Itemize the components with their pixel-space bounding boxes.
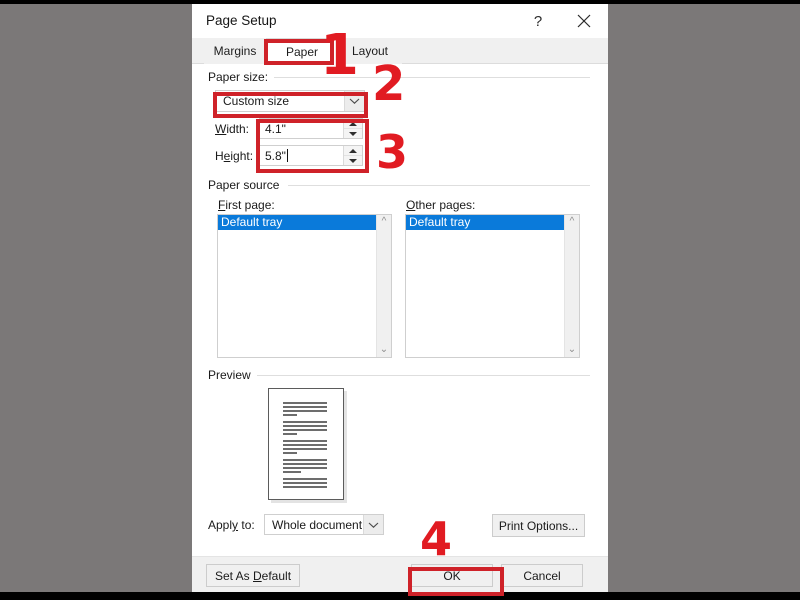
other-pages-label-rest: ther pages: xyxy=(415,198,476,212)
chevron-up-icon[interactable]: ^ xyxy=(570,217,575,227)
preview-line xyxy=(283,444,327,446)
ok-label: OK xyxy=(443,568,461,583)
preview-group-text: Preview xyxy=(208,368,251,382)
tab-margins-label: Margins xyxy=(213,44,257,58)
ok-button[interactable]: OK xyxy=(411,564,493,587)
preview-line xyxy=(283,440,327,442)
preview-line xyxy=(283,425,327,427)
preview-line xyxy=(283,429,327,431)
help-icon[interactable]: ? xyxy=(518,4,558,38)
paper-size-value: Custom size xyxy=(223,94,290,108)
preview-line xyxy=(283,402,327,404)
paper-size-group-text: Paper size: xyxy=(208,70,269,84)
print-options-button[interactable]: Print Options... xyxy=(492,514,585,537)
paper-source-group-text: Paper source xyxy=(208,178,280,192)
page-setup-dialog: Page Setup ? Margins Paper Layout Paper … xyxy=(192,4,608,592)
paper-source-group-label: Paper source xyxy=(208,178,286,192)
first-page-label: First page: xyxy=(218,198,275,212)
preview-line-short xyxy=(283,414,297,416)
tab-margins[interactable]: Margins xyxy=(204,38,266,64)
close-icon[interactable] xyxy=(564,4,604,38)
height-stepper[interactable] xyxy=(343,146,362,165)
chevron-down-glyph xyxy=(349,98,360,104)
other-pages-scrollbar[interactable]: ^ ⌄ xyxy=(564,215,579,357)
apply-to-combo[interactable]: Whole document xyxy=(264,514,384,535)
preview-line xyxy=(283,421,327,423)
apply-to-label: Apply to: xyxy=(208,518,255,532)
dialog-titlebar: Page Setup ? xyxy=(192,4,608,38)
chevron-down-icon[interactable] xyxy=(363,515,383,534)
tab-paper-label: Paper xyxy=(285,45,319,59)
chevron-down-glyph xyxy=(368,522,379,528)
tab-layout[interactable]: Layout xyxy=(338,38,402,64)
preview-line-short xyxy=(283,433,297,435)
width-label-rest: idth: xyxy=(226,122,250,136)
height-stepper-down[interactable] xyxy=(344,156,362,165)
height-stepper-up[interactable] xyxy=(344,146,362,156)
apply-to-label-rest: to: xyxy=(238,518,255,532)
chevron-down-icon[interactable] xyxy=(344,91,364,111)
triangle-up-icon xyxy=(349,148,357,153)
set-as-default-label: Set As Default xyxy=(214,568,292,583)
height-input[interactable]: 5.8" xyxy=(260,146,343,165)
dialog-title: Page Setup xyxy=(206,13,277,28)
triangle-up-icon xyxy=(349,121,357,126)
triangle-down-icon xyxy=(349,131,357,136)
preview-line xyxy=(283,467,327,469)
preview-line xyxy=(283,459,327,461)
first-page-label-rest: irst page: xyxy=(225,198,275,212)
dialog-body: Paper size: Custom size Width: 4.1" Heig… xyxy=(192,64,608,556)
width-label: Width: xyxy=(215,122,250,136)
width-spinbox[interactable]: 4.1" xyxy=(259,118,363,139)
width-stepper-up[interactable] xyxy=(344,119,362,129)
paper-size-group-rule xyxy=(270,77,590,78)
height-label-rest: ight: xyxy=(230,149,254,163)
other-pages-label: Other pages: xyxy=(406,198,476,212)
triangle-down-icon xyxy=(349,158,357,163)
paper-size-combo[interactable]: Custom size xyxy=(215,90,365,112)
height-input-value: 5.8" xyxy=(265,148,286,163)
preview-line xyxy=(283,463,327,465)
first-page-list[interactable]: Default tray xyxy=(218,215,376,357)
tab-paper[interactable]: Paper xyxy=(266,38,338,65)
page-preview xyxy=(268,388,344,500)
chevron-up-icon[interactable]: ^ xyxy=(382,217,387,227)
preview-line-short xyxy=(283,452,297,454)
other-pages-list[interactable]: Default tray xyxy=(406,215,564,357)
cancel-label: Cancel xyxy=(523,568,561,583)
first-page-listbox[interactable]: Default tray ^ ⌄ xyxy=(217,214,392,358)
preview-line xyxy=(283,482,327,484)
close-glyph xyxy=(577,14,591,28)
preview-line xyxy=(283,406,327,408)
cancel-button[interactable]: Cancel xyxy=(501,564,583,587)
chevron-down-icon[interactable]: ⌄ xyxy=(380,345,388,355)
chevron-down-icon[interactable]: ⌄ xyxy=(568,345,576,355)
print-options-label: Print Options... xyxy=(498,518,579,533)
preview-line-short xyxy=(283,471,301,473)
first-page-scrollbar[interactable]: ^ ⌄ xyxy=(376,215,391,357)
list-item[interactable]: Default tray xyxy=(218,215,376,230)
height-spinbox[interactable]: 5.8" xyxy=(259,145,363,166)
preview-line xyxy=(283,410,327,412)
preview-line xyxy=(283,448,327,450)
list-item[interactable]: Default tray xyxy=(406,215,564,230)
preview-group-label: Preview xyxy=(208,368,257,382)
preview-line xyxy=(283,478,327,480)
height-label: Height: xyxy=(215,149,254,163)
set-as-default-button[interactable]: Set As Default xyxy=(206,564,300,587)
text-caret xyxy=(286,149,288,162)
width-stepper-down[interactable] xyxy=(344,129,362,138)
dialog-footer: Set As Default OK Cancel xyxy=(192,556,608,592)
width-input[interactable]: 4.1" xyxy=(260,119,343,138)
apply-to-value: Whole document xyxy=(272,517,363,532)
other-pages-listbox[interactable]: Default tray ^ ⌄ xyxy=(405,214,580,358)
width-stepper[interactable] xyxy=(343,119,362,138)
help-glyph: ? xyxy=(533,12,543,30)
preview-group-rule xyxy=(256,375,590,376)
paper-size-group-label: Paper size: xyxy=(208,70,275,84)
paper-source-group-rule xyxy=(288,185,590,186)
tab-strip: Margins Paper Layout xyxy=(192,38,608,65)
tab-layout-label: Layout xyxy=(351,44,389,58)
preview-line xyxy=(283,486,327,488)
